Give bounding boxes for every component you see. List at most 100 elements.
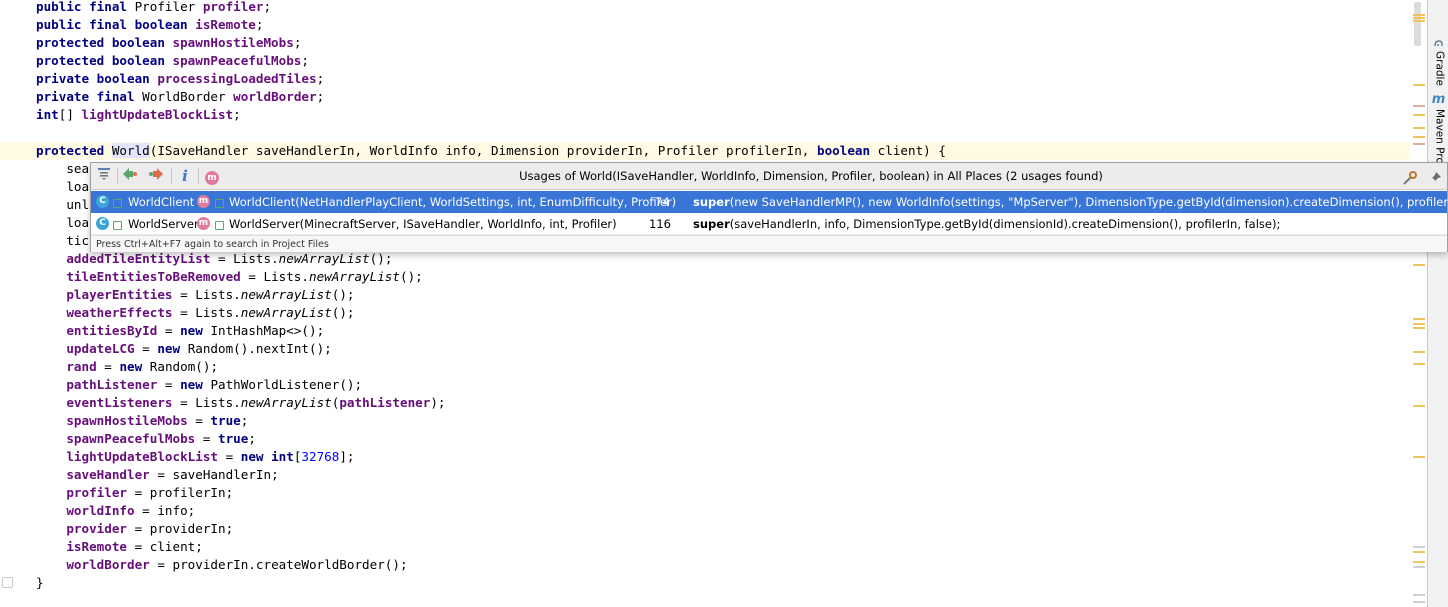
- code-line[interactable]: lightUpdateBlockList = new int[32768];: [0, 448, 1410, 466]
- code-token: ;: [263, 0, 272, 14]
- warning-mark[interactable]: [1413, 351, 1425, 353]
- warning-mark[interactable]: [1413, 561, 1425, 563]
- code-line[interactable]: [0, 124, 1410, 142]
- code-line[interactable]: rand = new Random();: [0, 358, 1410, 376]
- warning-mark[interactable]: [1413, 363, 1425, 365]
- info-mark[interactable]: [1413, 546, 1425, 548]
- info-mark[interactable]: [1413, 601, 1425, 603]
- code-line[interactable]: updateLCG = new Random().nextInt();: [0, 340, 1410, 358]
- code-line[interactable]: provider = providerIn;: [0, 520, 1410, 538]
- code-line[interactable]: public final boolean isRemote;: [0, 16, 1410, 34]
- code-token: Random();: [149, 359, 219, 374]
- code-token: newArrayList: [278, 251, 370, 266]
- code-line[interactable]: spawnPeacefulMobs = true;: [0, 430, 1410, 448]
- code-token: worldBorder: [66, 557, 150, 572]
- usage-code: super(saveHandlerIn, info, DimensionType…: [693, 213, 1280, 235]
- code-line[interactable]: worldInfo = info;: [0, 502, 1410, 520]
- code-token: lightUpdateBlockList: [81, 107, 234, 122]
- code-token: ];: [339, 449, 355, 464]
- warning-mark[interactable]: [1413, 551, 1425, 553]
- code-line[interactable]: private final WorldBorder worldBorder;: [0, 88, 1410, 106]
- code-line[interactable]: pathListener = new PathWorldListener();: [0, 376, 1410, 394]
- scroll-thumb[interactable]: [1414, 2, 1421, 46]
- code-token: protected boolean: [36, 35, 173, 50]
- error-mark[interactable]: [1413, 143, 1425, 145]
- code-token: client) {: [877, 143, 946, 158]
- code-token: saveHandler: [66, 467, 150, 482]
- usage-code-rest: (saveHandlerIn, info, DimensionType.getB…: [729, 217, 1281, 231]
- code-token: =: [218, 449, 241, 464]
- usage-row[interactable]: C WorldClient m WorldClient(NetHandlerPlayC…: [91, 191, 1448, 213]
- code-token: entitiesById: [66, 323, 158, 338]
- code-token: int: [36, 107, 59, 122]
- warning-mark[interactable]: [1413, 114, 1425, 116]
- code-token: new int: [240, 449, 294, 464]
- code-line[interactable]: playerEntities = Lists.newArrayList();: [0, 286, 1410, 304]
- code-token: newArrayList: [240, 305, 332, 320]
- code-line[interactable]: protected World(ISaveHandler saveHandler…: [0, 142, 1410, 160]
- code-line[interactable]: private boolean processingLoadedTiles;: [0, 70, 1410, 88]
- warning-mark[interactable]: [1413, 456, 1425, 458]
- code-token: sea: [36, 161, 90, 176]
- code-line[interactable]: }: [0, 574, 1410, 592]
- code-line[interactable]: protected boolean spawnHostileMobs;: [0, 34, 1410, 52]
- code-token: ;: [240, 413, 249, 428]
- info-mark[interactable]: [1413, 566, 1425, 568]
- settings-icon[interactable]: [1402, 170, 1418, 186]
- code-token: tic: [36, 233, 90, 248]
- code-token: = Lists.: [240, 269, 309, 284]
- code-line[interactable]: int[] lightUpdateBlockList;: [0, 106, 1410, 124]
- warning-mark[interactable]: [1413, 136, 1425, 138]
- find-usages-popup[interactable]: i m Usages of World(ISaveHandler, WorldI…: [90, 162, 1448, 252]
- error-stripe[interactable]: [1410, 0, 1427, 607]
- error-mark[interactable]: [1413, 105, 1425, 107]
- warning-mark[interactable]: [1413, 84, 1425, 86]
- code-token: []: [58, 107, 82, 122]
- code-line[interactable]: profiler = profilerIn;: [0, 484, 1410, 502]
- code-token: ();: [331, 287, 355, 302]
- code-editor[interactable]: public final Profiler profiler; public fi…: [0, 0, 1410, 607]
- maven-tool-button[interactable]: m Maven Pro: [1428, 92, 1448, 172]
- code-line[interactable]: isRemote = client;: [0, 538, 1410, 556]
- warning-mark[interactable]: [1413, 17, 1425, 19]
- code-line[interactable]: weatherEffects = Lists.newArrayList();: [0, 304, 1410, 322]
- code-token: ();: [369, 251, 393, 266]
- code-line[interactable]: entitiesById = new IntHashMap<>();: [0, 322, 1410, 340]
- code-token: pathListener: [66, 377, 158, 392]
- code-line[interactable]: protected boolean spawnPeacefulMobs;: [0, 52, 1410, 70]
- code-line[interactable]: tileEntitiesToBeRemoved = Lists.newArray…: [0, 268, 1410, 286]
- warning-mark[interactable]: [1413, 264, 1425, 266]
- code-token: spawnHostileMobs: [66, 413, 188, 428]
- warning-mark[interactable]: [1413, 323, 1425, 325]
- warning-mark[interactable]: [1413, 318, 1425, 320]
- code-token: ;: [248, 431, 256, 446]
- usage-code-keyword: super: [693, 217, 730, 231]
- code-line[interactable]: saveHandler = saveHandlerIn;: [0, 466, 1410, 484]
- code-token: (ISaveHandler saveHandlerIn, WorldInfo i…: [149, 143, 817, 158]
- warning-mark[interactable]: [1413, 327, 1425, 329]
- code-token: protected boolean: [36, 53, 173, 68]
- method-icon: m: [197, 217, 210, 230]
- code-line[interactable]: worldBorder = providerIn.createWorldBord…: [0, 556, 1410, 574]
- code-line[interactable]: public final Profiler profiler;: [0, 0, 1410, 16]
- code-line[interactable]: spawnHostileMobs = true;: [0, 412, 1410, 430]
- warning-mark[interactable]: [1413, 127, 1425, 129]
- code-line[interactable]: eventListeners = Lists.newArrayList(path…: [0, 394, 1410, 412]
- warning-mark[interactable]: [1413, 405, 1425, 407]
- warning-mark[interactable]: [1413, 14, 1425, 16]
- code-token: loa: [36, 215, 90, 230]
- code-token: loa: [36, 179, 90, 194]
- code-token: = client;: [127, 539, 203, 554]
- pin-icon[interactable]: [1427, 170, 1443, 186]
- warning-mark[interactable]: [1413, 20, 1425, 22]
- usage-row[interactable]: C WorldServer m WorldServer(MinecraftServer…: [91, 213, 1447, 235]
- gradle-tool-button[interactable]: Gradle: [1428, 36, 1448, 86]
- code-token: processingLoadedTiles: [157, 71, 317, 86]
- info-mark[interactable]: [1413, 594, 1425, 596]
